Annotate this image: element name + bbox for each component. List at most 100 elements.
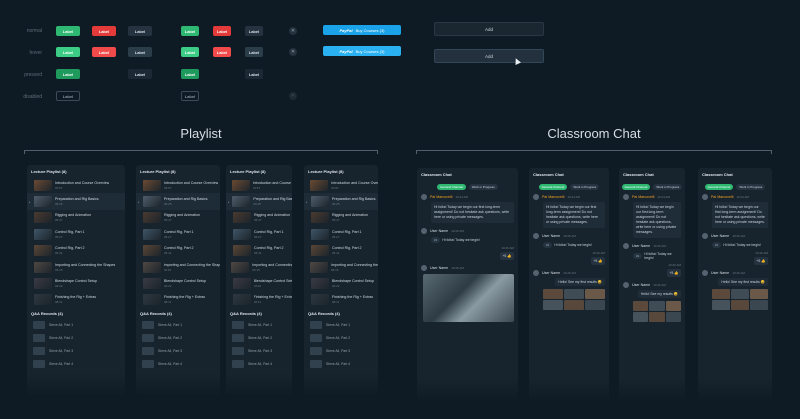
small-red-label-button-hover[interactable]: Label <box>213 47 231 57</box>
qa-record-item[interactable]: Steve Ali, Part 2 <box>136 331 220 344</box>
reply-reference[interactable]: #1 <box>712 242 722 249</box>
channel-tag-wip[interactable]: Work in Progress <box>736 184 766 190</box>
playlist-item[interactable]: Importing and Connecting the Shapes06:15 <box>304 259 378 275</box>
playlist-item[interactable]: Rigging and Animation 05:47 <box>136 210 220 226</box>
playlist-item[interactable]: Importing and Connecting the Shapes06:15 <box>226 259 292 275</box>
qa-record-item[interactable]: Steve Ali, Part 2 <box>226 331 292 344</box>
playlist-item[interactable]: Introduction and Course Overview03:57 <box>27 177 125 193</box>
playlist-item[interactable]: Rigging and Animation 05:47 <box>27 210 125 226</box>
qa-record-item[interactable]: Steve Ali, Part 4 <box>304 357 378 370</box>
playlist-item[interactable]: ▸Preparation and Rig Basics06:25 <box>304 193 378 210</box>
neutral-label-button-hover[interactable]: Label <box>128 47 152 57</box>
gallery-thumbnail[interactable] <box>665 301 681 312</box>
channel-tag-general[interactable]: General Channel <box>704 184 734 190</box>
playlist-item[interactable]: Finishing the Rig + Extras 08:11 <box>136 292 220 308</box>
reply-reference[interactable]: #1 <box>431 237 441 244</box>
qa-record-item[interactable]: Steve Ali, Part 4 <box>226 357 292 370</box>
neutral-label-button[interactable]: Label <box>128 26 152 36</box>
gallery-thumbnail[interactable] <box>665 312 681 323</box>
gallery-thumbnail[interactable] <box>585 289 605 300</box>
playlist-item[interactable]: ▸Preparation and Rig Basics06:25 <box>27 193 125 210</box>
add-button[interactable]: Add <box>434 22 544 36</box>
channel-tag-general[interactable]: General Channel <box>538 184 568 190</box>
qa-record-item[interactable]: Steve Ali, Part 4 <box>136 357 220 370</box>
green-label-button[interactable]: Label <box>56 26 80 36</box>
channel-tag-wip[interactable]: Work in Progress <box>653 184 683 190</box>
red-label-button[interactable]: Label <box>92 26 116 36</box>
playlist-item[interactable]: Finishing the Rig + Extras 08:11 <box>27 292 125 308</box>
small-green-label-button[interactable]: Label <box>181 26 199 36</box>
playlist-item[interactable]: ▸Preparation and Rig Basics06:25 <box>226 193 292 210</box>
gallery-thumbnail[interactable] <box>731 300 749 311</box>
paypal-buy-button[interactable]: PayPal Buy Courses (3) <box>323 25 401 35</box>
close-icon-hover[interactable]: ✕ <box>289 48 297 56</box>
gallery-thumbnail[interactable] <box>750 289 768 300</box>
gallery-thumbnail[interactable] <box>649 301 665 312</box>
image-gallery[interactable] <box>633 301 681 323</box>
qa-record-item[interactable]: Steve Ali, Part 3 <box>136 344 220 357</box>
red-label-button-hover[interactable]: Label <box>92 47 116 57</box>
channel-tag-general[interactable]: General Channel <box>621 184 651 190</box>
paypal-buy-button-hover[interactable]: PayPal Buy Courses (3) <box>323 46 401 56</box>
add-button-hover[interactable]: Add <box>434 49 544 63</box>
playlist-item[interactable]: Control Rig, Part 2 05:41 <box>27 243 125 259</box>
gallery-thumbnail[interactable] <box>564 300 584 311</box>
emoji-reaction[interactable]: +5 👍 <box>667 269 681 278</box>
small-green-label-button-pressed[interactable]: Label <box>181 69 199 79</box>
channel-tag-general[interactable]: General Channel <box>437 184 466 190</box>
playlist-item[interactable]: Introduction and Course Overview03:57 <box>304 177 378 193</box>
gallery-thumbnail[interactable] <box>750 300 768 311</box>
qa-record-item[interactable]: Steve Ali, Part 4 <box>27 357 125 370</box>
playlist-item[interactable]: Importing and Connecting the Shapes06:15 <box>27 259 125 275</box>
playlist-item[interactable]: Blendshape Control Setup 04:22 <box>304 275 378 291</box>
channel-tag-wip[interactable]: Work in Progress <box>468 184 498 190</box>
qa-record-item[interactable]: Steve Ali, Part 1 <box>27 318 125 331</box>
playlist-item[interactable]: Control Rig, Part 2 05:41 <box>304 243 378 259</box>
small-red-label-button[interactable]: Label <box>213 26 231 36</box>
reply-reference[interactable]: #1 <box>543 242 553 249</box>
playlist-item[interactable]: Blendshape Control Setup 04:22 <box>27 275 125 291</box>
gallery-thumbnail[interactable] <box>543 289 563 300</box>
reply-reference[interactable]: #1 <box>633 253 643 260</box>
playlist-item[interactable]: ▸Preparation and Rig Basics06:25 <box>136 193 220 210</box>
gallery-thumbnail[interactable] <box>633 312 649 323</box>
playlist-item[interactable]: Finishing the Rig + Extras 08:11 <box>226 292 292 308</box>
playlist-item[interactable]: Importing and Connecting the Shapes06:15 <box>136 259 220 275</box>
playlist-item[interactable]: Rigging and Animation 05:47 <box>304 210 378 226</box>
playlist-item[interactable]: Control Rig, Part 1 05:27 <box>136 226 220 242</box>
gallery-thumbnail[interactable] <box>543 300 563 311</box>
image-gallery[interactable] <box>543 289 605 311</box>
small-neutral-label-button[interactable]: Label <box>245 26 263 36</box>
qa-record-item[interactable]: Steve Ali, Part 1 <box>304 318 378 331</box>
qa-record-item[interactable]: Steve Ali, Part 3 <box>27 344 125 357</box>
shared-image[interactable] <box>423 274 514 323</box>
small-green-label-button-hover[interactable]: Label <box>181 47 199 57</box>
emoji-reaction[interactable]: +5 👍 <box>591 257 605 266</box>
gallery-thumbnail[interactable] <box>712 300 730 311</box>
qa-record-item[interactable]: Steve Ali, Part 1 <box>226 318 292 331</box>
playlist-item[interactable]: Control Rig, Part 2 05:41 <box>226 243 292 259</box>
green-label-button-hover[interactable]: Label <box>56 47 80 57</box>
playlist-item[interactable]: Blendshape Control Setup 04:22 <box>226 275 292 291</box>
playlist-item[interactable]: Control Rig, Part 1 05:27 <box>27 226 125 242</box>
playlist-item[interactable]: Introduction and Course Overview03:57 <box>136 177 220 193</box>
playlist-item[interactable]: Introduction and Course Overview03:57 <box>226 177 292 193</box>
gallery-thumbnail[interactable] <box>585 300 605 311</box>
playlist-item[interactable]: Control Rig, Part 1 05:27 <box>226 226 292 242</box>
playlist-item[interactable]: Control Rig, Part 1 05:27 <box>304 226 378 242</box>
neutral-label-button-pressed[interactable]: Label <box>128 69 152 79</box>
playlist-item[interactable]: Rigging and Animation 05:47 <box>226 210 292 226</box>
gallery-thumbnail[interactable] <box>564 289 584 300</box>
qa-record-item[interactable]: Steve Ali, Part 3 <box>304 344 378 357</box>
gallery-thumbnail[interactable] <box>633 301 649 312</box>
channel-tag-wip[interactable]: Work in Progress <box>570 184 600 190</box>
qa-record-item[interactable]: Steve Ali, Part 3 <box>226 344 292 357</box>
qa-record-item[interactable]: Steve Ali, Part 1 <box>136 318 220 331</box>
close-icon[interactable]: ✕ <box>289 27 297 35</box>
small-neutral-label-button-hover[interactable]: Label <box>245 47 263 57</box>
qa-record-item[interactable]: Steve Ali, Part 2 <box>304 331 378 344</box>
gallery-thumbnail[interactable] <box>712 289 730 300</box>
emoji-reaction[interactable]: +5 👍 <box>500 252 514 261</box>
gallery-thumbnail[interactable] <box>731 289 749 300</box>
playlist-item[interactable]: Blendshape Control Setup 04:22 <box>136 275 220 291</box>
